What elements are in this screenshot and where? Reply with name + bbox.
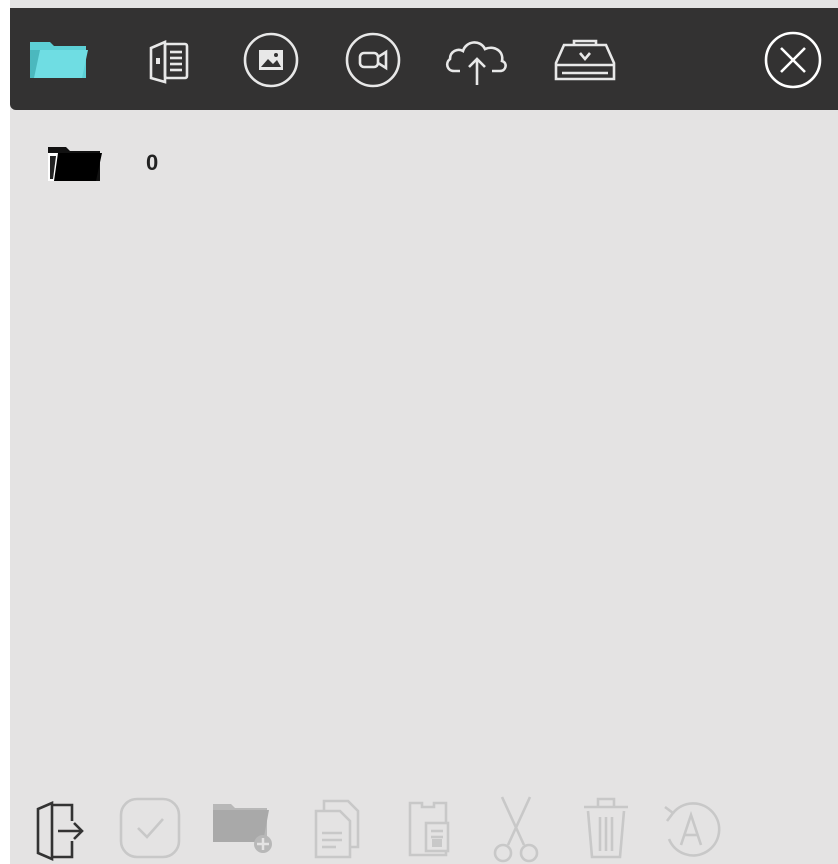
usb-drive-icon bbox=[554, 39, 616, 81]
usb-tab-button[interactable] bbox=[550, 30, 620, 90]
cloud-upload-icon bbox=[445, 41, 507, 85]
video-tab-button[interactable] bbox=[338, 30, 408, 90]
delete-icon bbox=[584, 797, 628, 859]
cut-icon bbox=[493, 796, 539, 863]
bottom-toolbar bbox=[10, 784, 838, 864]
folder-tab-button[interactable] bbox=[24, 30, 94, 90]
copy-button[interactable] bbox=[296, 792, 376, 864]
delete-button[interactable] bbox=[566, 792, 646, 864]
copy-icon bbox=[314, 799, 360, 859]
cut-button[interactable] bbox=[476, 792, 556, 864]
top-toolbar bbox=[10, 8, 838, 110]
document-reader-icon bbox=[149, 40, 189, 84]
file-manager-panel: 0 bbox=[10, 0, 838, 864]
paste-button[interactable] bbox=[388, 792, 468, 864]
rename-icon bbox=[664, 802, 721, 857]
folder-icon bbox=[30, 42, 88, 78]
list-item[interactable]: 0 bbox=[40, 142, 340, 186]
close-icon bbox=[764, 31, 822, 89]
image-icon bbox=[243, 32, 299, 88]
folder-icon bbox=[48, 147, 102, 181]
select-button[interactable] bbox=[110, 792, 190, 864]
paste-icon bbox=[408, 801, 450, 857]
exit-icon bbox=[36, 801, 84, 861]
rename-button[interactable] bbox=[650, 792, 730, 864]
select-check-icon bbox=[119, 797, 181, 859]
image-tab-button[interactable] bbox=[236, 30, 306, 90]
video-icon bbox=[345, 32, 401, 88]
file-name: 0 bbox=[146, 150, 159, 175]
new-folder-button[interactable] bbox=[202, 792, 282, 864]
new-folder-icon bbox=[213, 804, 272, 853]
document-tab-button[interactable] bbox=[134, 30, 204, 90]
close-button[interactable] bbox=[758, 30, 828, 90]
exit-button[interactable] bbox=[18, 792, 98, 864]
cloud-tab-button[interactable] bbox=[442, 30, 512, 90]
